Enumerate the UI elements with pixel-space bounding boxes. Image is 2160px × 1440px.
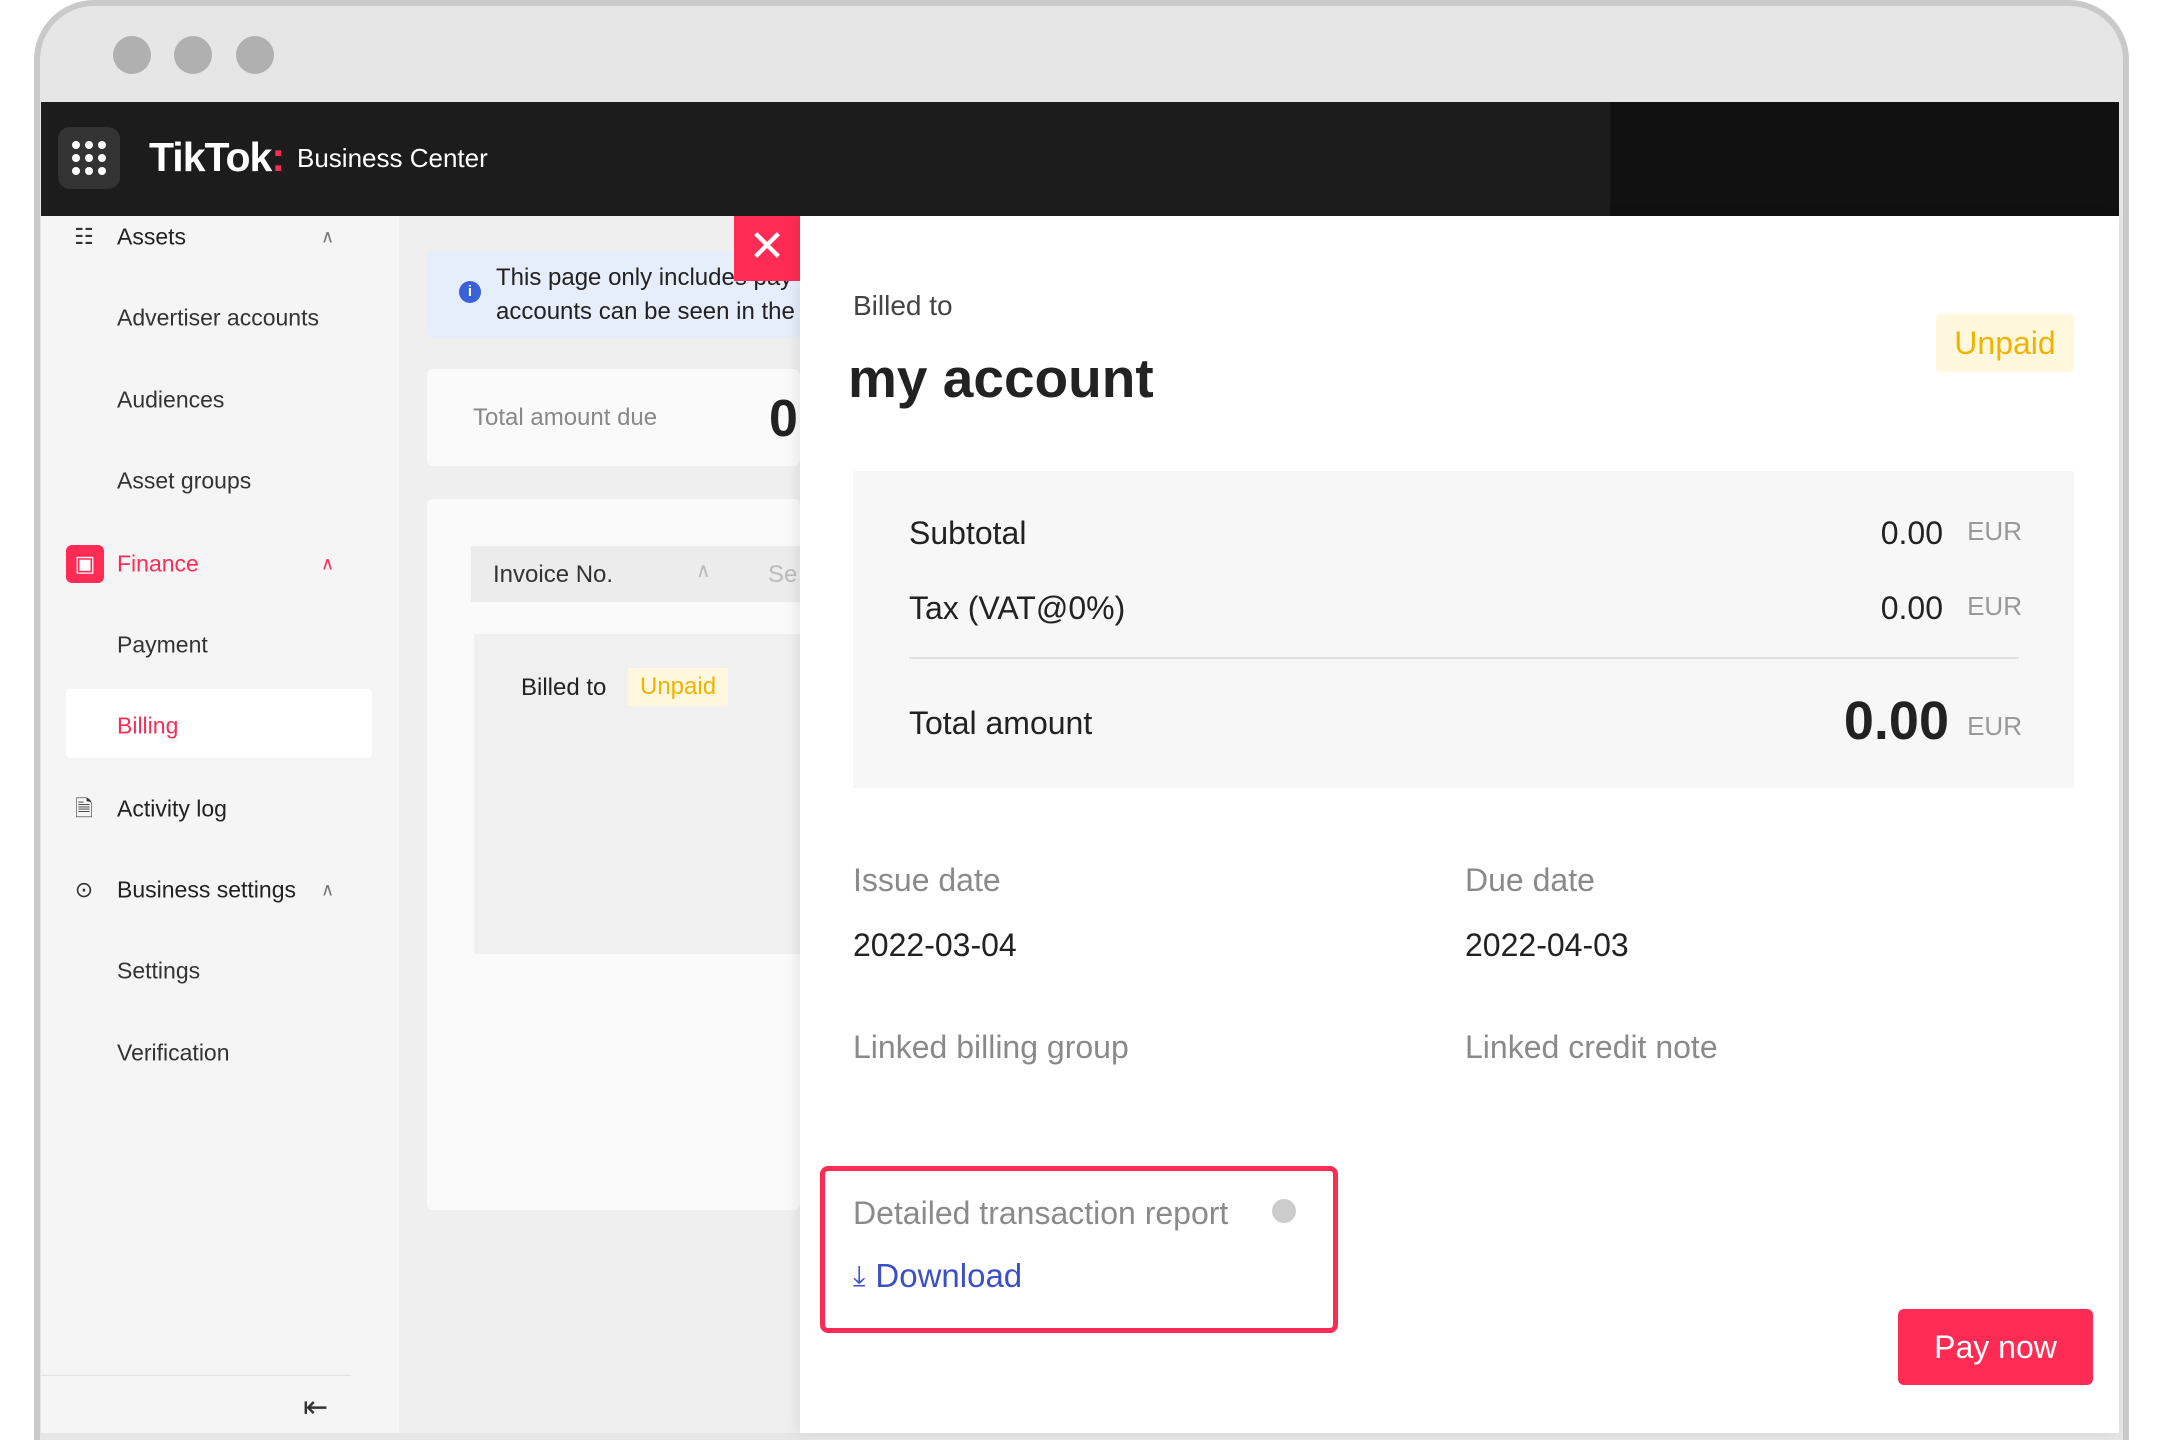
billed-to-label: Billed to: [853, 290, 953, 321]
download-link[interactable]: ⤓ Download: [853, 1257, 1022, 1295]
collapse-sidebar-icon[interactable]: ⇤: [303, 1390, 328, 1425]
chevron-up-icon[interactable]: ∧: [321, 554, 334, 575]
notice-text: accounts can be seen in the: [496, 298, 795, 325]
currency: EUR: [1967, 711, 2022, 741]
sort-icon[interactable]: ∧: [696, 558, 711, 583]
sidebar-item-activity-log[interactable]: Activity log: [117, 796, 227, 823]
sidebar-item-assets[interactable]: Assets: [117, 224, 186, 251]
window-maximize-button[interactable]: [236, 36, 274, 74]
total-due-label: Total amount due: [473, 404, 658, 431]
logo-text: TikTok: [149, 134, 272, 180]
due-date-value: 2022-04-03: [1465, 927, 1629, 963]
due-date-label: Due date: [1465, 862, 1595, 898]
column-invoice-no[interactable]: Invoice No.: [493, 561, 613, 589]
currency: EUR: [1967, 591, 2022, 621]
top-navbar-right: [1610, 102, 2119, 216]
gear-icon: ⊙: [74, 877, 94, 902]
download-label: Download: [875, 1257, 1023, 1294]
amount-summary: Subtotal 0.00 EUR Tax (VAT@0%) 0.00 EUR …: [853, 471, 2074, 788]
sidebar-item-settings[interactable]: Settings: [117, 958, 200, 985]
hierarchy-icon: ☷: [74, 224, 94, 249]
total-due-value: 0: [769, 390, 798, 448]
billing-highlight: [66, 689, 372, 758]
sidebar-item-audiences[interactable]: Audiences: [117, 387, 224, 414]
column-search[interactable]: Se: [768, 561, 797, 589]
product-name: Business Center: [297, 143, 488, 173]
total-due-card: Total amount due 0: [427, 369, 800, 466]
sidebar-item-asset-groups[interactable]: Asset groups: [117, 468, 251, 495]
currency: EUR: [1967, 516, 2022, 546]
divider: [41, 1375, 351, 1376]
window-close-button[interactable]: [113, 36, 151, 74]
pay-now-button[interactable]: Pay now: [1898, 1309, 2093, 1385]
close-icon: ✕: [748, 222, 786, 271]
status-badge: Unpaid: [1936, 314, 2074, 372]
status-badge: Unpaid: [628, 668, 729, 706]
close-drawer-button[interactable]: ✕: [734, 216, 800, 281]
issue-date-label: Issue date: [853, 862, 1001, 898]
document-icon: 🗎: [75, 796, 93, 821]
table-header: Invoice No. ∧ Se: [471, 546, 800, 602]
app-grid-icon[interactable]: [58, 127, 120, 189]
tax-value: 0.00: [1880, 590, 1943, 626]
linked-billing-group-label: Linked billing group: [853, 1029, 1129, 1065]
table-row[interactable]: Billed to Unpaid: [474, 634, 800, 954]
subtotal-label: Subtotal: [909, 515, 1027, 551]
billed-to-label: Billed to: [521, 674, 607, 701]
wallet-icon: ▣: [66, 545, 104, 583]
sidebar-item-business-settings[interactable]: Business settings: [117, 877, 296, 904]
report-label: Detailed transaction report: [853, 1195, 1229, 1231]
chevron-up-icon[interactable]: ∧: [321, 880, 334, 901]
sidebar-item-verification[interactable]: Verification: [117, 1040, 230, 1067]
info-icon: i: [459, 281, 481, 303]
logo-colon: :: [271, 134, 285, 180]
sidebar-item-advertiser-accounts[interactable]: Advertiser accounts: [117, 305, 319, 332]
download-icon: ⤓: [853, 1259, 866, 1291]
tiktok-logo[interactable]: TikTok:: [149, 134, 285, 181]
sidebar-item-finance[interactable]: Finance: [117, 551, 199, 578]
help-icon[interactable]: [1272, 1199, 1296, 1223]
total-amount-value: 0.00: [1843, 691, 1949, 751]
billing-main: i This page only includes pay accounts c…: [400, 216, 800, 1433]
tax-label: Tax (VAT@0%): [909, 590, 1126, 626]
subtotal-value: 0.00: [1880, 515, 1943, 551]
total-amount-label: Total amount: [909, 705, 1093, 741]
window-minimize-button[interactable]: [174, 36, 212, 74]
invoice-table: Invoice No. ∧ Se Billed to Unpaid: [427, 499, 800, 1210]
invoice-drawer: Billed to my account Unpaid Subtotal 0.0…: [800, 216, 2119, 1433]
sidebar-item-payment[interactable]: Payment: [117, 632, 208, 659]
report-highlight: [820, 1166, 1338, 1333]
chevron-up-icon[interactable]: ∧: [321, 227, 334, 248]
issue-date-value: 2022-03-04: [853, 927, 1017, 963]
sidebar: ☷ Assets ∧ Advertiser accounts Audiences…: [41, 216, 400, 1433]
account-name: my account: [848, 347, 1154, 409]
sidebar-item-billing[interactable]: Billing: [117, 713, 178, 740]
linked-credit-note-label: Linked credit note: [1465, 1029, 1718, 1065]
divider: [909, 657, 2019, 659]
